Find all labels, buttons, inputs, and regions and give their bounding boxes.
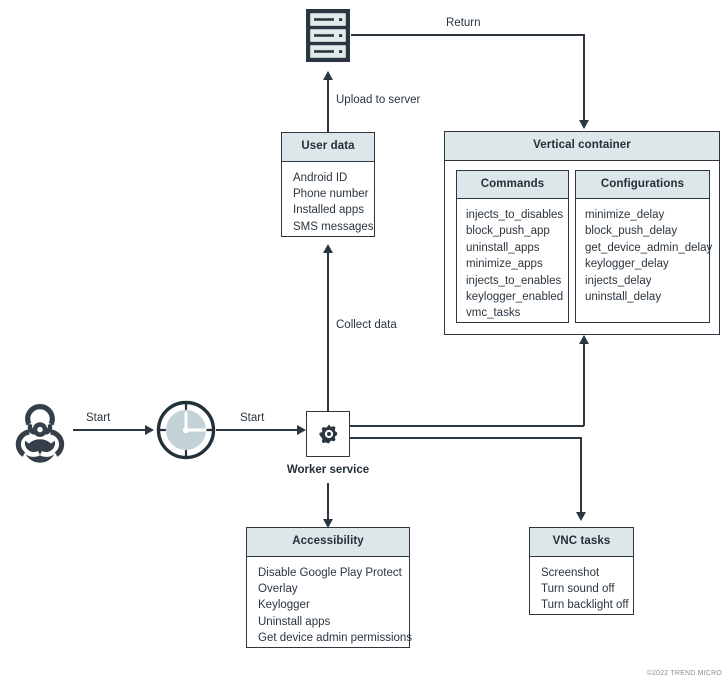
list-item: Android ID	[293, 171, 348, 184]
list-item: Turn sound off	[541, 582, 615, 595]
diagram-canvas: Return Upload to server User data Androi…	[0, 0, 728, 686]
edge-label-start-1: Start	[86, 412, 111, 424]
list-item: vmc_tasks	[466, 307, 521, 320]
edge-label-collect-data: Collect data	[336, 319, 397, 331]
list-item: SMS messages	[293, 220, 374, 233]
list-item: uninstall_apps	[466, 241, 540, 254]
node-vnc-tasks: VNC tasks Screenshot Turn sound off Turn…	[529, 527, 634, 615]
edge-upload-arrowhead	[323, 71, 333, 80]
edge-start-2-arrowhead	[297, 425, 306, 435]
node-vnc-tasks-title: VNC tasks	[530, 528, 633, 557]
edge-start-1-arrowhead	[145, 425, 154, 435]
list-item: keylogger_delay	[585, 258, 669, 271]
node-accessibility: Accessibility Disable Google Play Protec…	[246, 527, 412, 648]
list-item: get_device_admin_delay	[585, 241, 713, 254]
edge-start-1-line	[73, 429, 147, 431]
list-item: Keylogger	[258, 599, 310, 612]
edge-return-horizontal	[351, 34, 585, 36]
list-item: minimize_apps	[466, 258, 543, 271]
edge-worker-to-container-vertical	[583, 344, 585, 426]
edge-worker-to-accessibility-line	[327, 483, 329, 521]
node-commands-body: injects_to_disables block_push_app unins…	[457, 199, 568, 330]
node-worker-service	[306, 411, 350, 457]
edge-collect-data-arrowhead	[323, 244, 333, 253]
edge-return-arrowhead	[579, 120, 589, 129]
list-item: Screenshot	[541, 566, 600, 579]
vertical-container-inner: Commands injects_to_disables block_push_…	[445, 161, 719, 341]
list-item: block_push_delay	[585, 225, 678, 238]
node-configurations-body: minimize_delay block_push_delay get_devi…	[576, 199, 713, 313]
gear-icon	[318, 423, 340, 450]
list-item: Overlay	[258, 582, 298, 595]
list-item: injects_to_disables	[466, 209, 564, 221]
clock-icon	[156, 400, 216, 465]
edge-upload-line	[327, 80, 329, 133]
edge-return-vertical	[583, 34, 585, 121]
edge-start-2-line	[216, 429, 300, 431]
node-commands-title: Commands	[457, 170, 568, 199]
list-item: keylogger_enabled	[466, 291, 564, 304]
list-item: Get device admin permissions	[258, 632, 413, 645]
list-item: Disable Google Play Protect	[258, 566, 402, 579]
edge-label-return: Return	[446, 17, 481, 29]
list-item: injects_delay	[585, 274, 652, 287]
edge-label-start-2: Start	[240, 412, 265, 424]
list-item: Installed apps	[293, 204, 364, 217]
node-worker-service-caption: Worker service	[286, 464, 370, 476]
list-item: Turn backlight off	[541, 599, 629, 612]
node-vnc-tasks-body: Screenshot Turn sound off Turn backlight…	[530, 557, 633, 624]
server-icon	[305, 8, 351, 68]
node-user-data-body: Android ID Phone number Installed apps S…	[282, 162, 374, 246]
edge-worker-to-vnc-horizontal	[350, 437, 581, 439]
biohazard-icon	[7, 400, 73, 471]
edge-worker-to-container-arrowhead	[579, 335, 589, 344]
list-item: injects_to_enables	[466, 274, 562, 287]
edge-worker-to-container-horizontal	[350, 425, 584, 427]
node-configurations-title: Configurations	[576, 170, 709, 199]
list-item: Phone number	[293, 187, 369, 200]
node-user-data-title: User data	[282, 133, 374, 162]
node-accessibility-title: Accessibility	[247, 528, 409, 557]
copyright-notice: ©2022 TREND MICRO	[646, 670, 722, 677]
edge-worker-to-vnc-arrowhead	[576, 512, 586, 521]
edge-worker-to-vnc-vertical	[580, 437, 582, 513]
node-user-data: User data Android ID Phone number Instal…	[281, 132, 375, 237]
list-item: uninstall_delay	[585, 291, 662, 304]
node-accessibility-body: Disable Google Play Protect Overlay Keyl…	[247, 557, 413, 657]
list-item: Uninstall apps	[258, 615, 331, 628]
node-vertical-container-title: Vertical container	[445, 132, 719, 161]
edge-label-upload-to-server: Upload to server	[336, 94, 421, 106]
edge-collect-data-line	[327, 253, 329, 413]
node-configurations: Configurations minimize_delay block_push…	[575, 169, 713, 323]
node-vertical-container: Vertical container Commands injects_to_d…	[444, 131, 720, 335]
list-item: block_push_app	[466, 225, 550, 238]
node-commands: Commands injects_to_disables block_push_…	[456, 169, 569, 323]
list-item: minimize_delay	[585, 209, 665, 221]
